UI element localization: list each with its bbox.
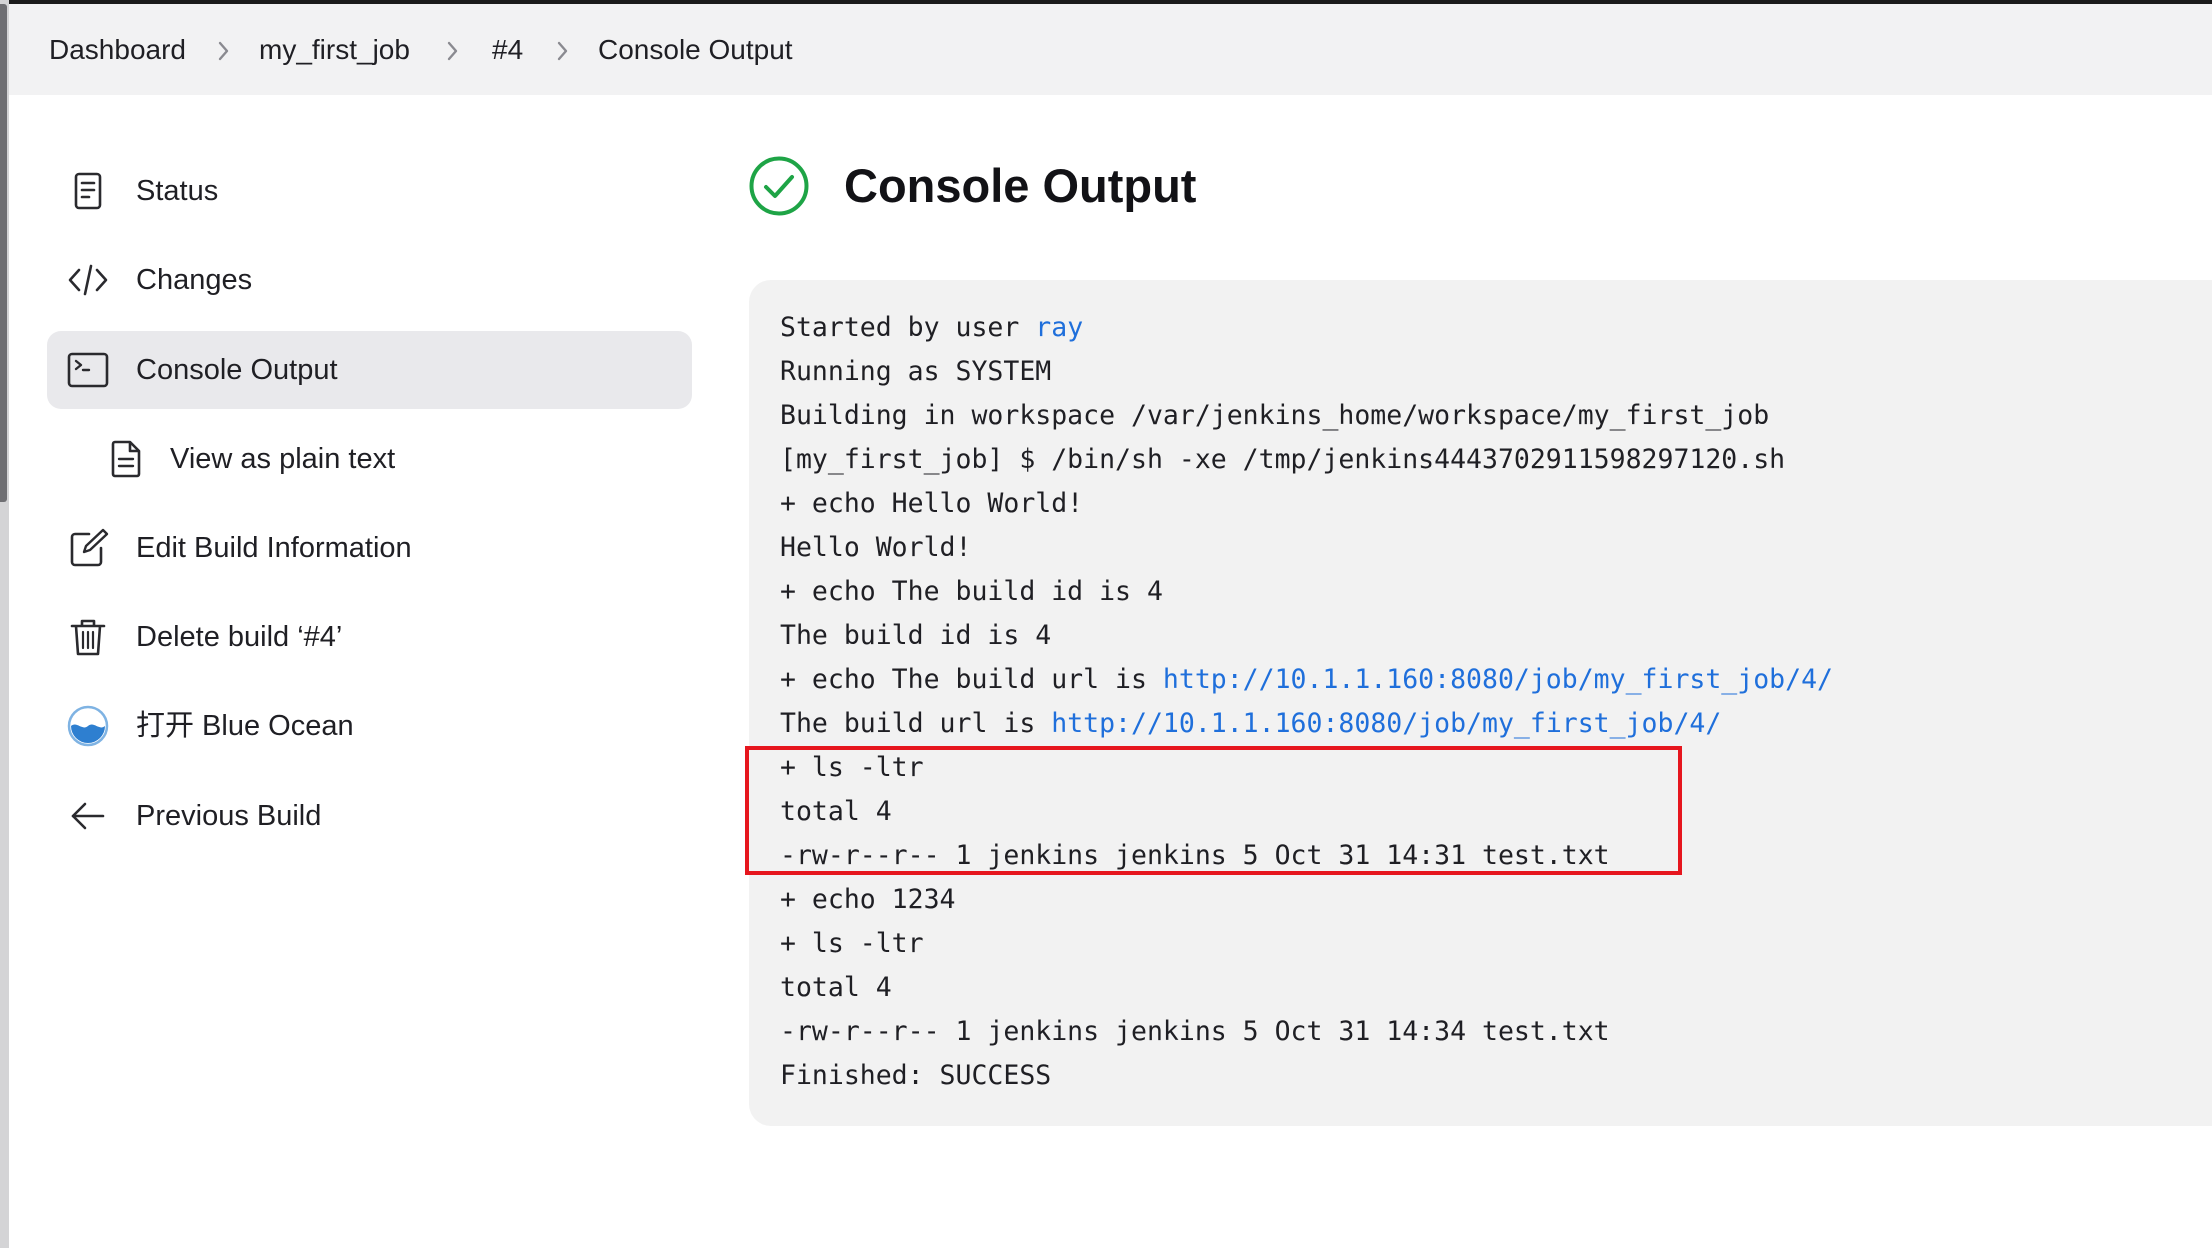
sidebar-item-label: Status (136, 175, 219, 207)
console-line: Running as SYSTEM (780, 356, 1052, 387)
chevron-right-icon (557, 41, 568, 61)
success-check-icon (749, 156, 809, 216)
sidebar-item-changes[interactable]: Changes (47, 241, 692, 319)
console-line: + ls -ltr (780, 928, 924, 959)
console-line: + echo The build url is http://10.1.1.16… (780, 658, 1833, 702)
console-line-text: + echo The build url is (780, 664, 1163, 695)
sidebar-item-delete-build[interactable]: Delete build ‘#4’ (47, 598, 692, 676)
console-line: Started by user ray (780, 306, 1833, 350)
console-line: total 4 (780, 972, 892, 1003)
sidebar-item-label: Console Output (136, 354, 338, 386)
build-url-link[interactable]: http://10.1.1.160:8080/job/my_first_job/… (1051, 708, 1721, 739)
sidebar-item-status[interactable]: Status (47, 152, 692, 230)
breadcrumb: Dashboard my_first_job #4 Console Output (9, 4, 2212, 95)
sidebar-item-edit-build-information[interactable]: Edit Build Information (47, 509, 692, 587)
console-line: Hello World! (780, 532, 972, 563)
scrollbar-thumb[interactable] (0, 4, 7, 502)
console-line: [my_first_job] $ /bin/sh -xe /tmp/jenkin… (780, 444, 1786, 475)
console-line: + echo Hello World! (780, 488, 1084, 519)
blue-ocean-icon (67, 705, 109, 747)
sidebar-item-console-output[interactable]: Console Output (47, 331, 692, 409)
terminal-icon (67, 352, 109, 388)
arrow-left-icon (71, 802, 105, 830)
console-line-text: The build url is (780, 708, 1052, 739)
build-url-link[interactable]: http://10.1.1.160:8080/job/my_first_job/… (1163, 664, 1833, 695)
file-text-icon (111, 440, 141, 478)
sidebar-item-label: View as plain text (170, 443, 396, 475)
highlight-annotation-box (745, 746, 1682, 875)
breadcrumb-build[interactable]: #4 (492, 30, 523, 70)
chevron-right-icon (218, 41, 229, 61)
console-log: Started by user ray Running as SYSTEM Buil… (780, 306, 1833, 1098)
console-line: The build url is http://10.1.1.160:8080/… (780, 702, 1833, 746)
sidebar-item-previous-build[interactable]: Previous Build (47, 777, 692, 855)
console-line-text: Started by user (780, 312, 1036, 343)
document-icon (74, 172, 102, 210)
breadcrumb-console-output[interactable]: Console Output (598, 30, 793, 70)
console-line: The build id is 4 (780, 620, 1052, 651)
sidebar-item-label: Edit Build Information (136, 532, 412, 564)
page-title: Console Output (844, 159, 1197, 212)
breadcrumb-job[interactable]: my_first_job (259, 30, 410, 70)
chevron-right-icon (447, 41, 458, 61)
sidebar-item-view-plain-text[interactable]: View as plain text (47, 420, 692, 498)
scrollbar-track[interactable] (0, 0, 9, 1248)
console-line: Building in workspace /var/jenkins_home/… (780, 400, 1770, 431)
user-link[interactable]: ray (1035, 312, 1083, 343)
console-output-panel: Started by user ray Running as SYSTEM Buil… (749, 280, 2212, 1126)
edit-icon (70, 528, 109, 567)
sidebar-item-blue-ocean[interactable]: 打开 Blue Ocean (47, 687, 692, 765)
sidebar-item-label: Delete build ‘#4’ (136, 621, 343, 653)
trash-icon (70, 619, 106, 656)
sidebar-item-label: Previous Build (136, 800, 322, 832)
console-line: -rw-r--r-- 1 jenkins jenkins 5 Oct 31 14… (780, 1016, 1610, 1047)
console-line: + echo 1234 (780, 884, 956, 915)
console-line: Finished: SUCCESS (780, 1060, 1052, 1091)
code-icon (68, 264, 108, 296)
sidebar-item-label: Changes (136, 264, 253, 296)
breadcrumb-dashboard[interactable]: Dashboard (49, 30, 186, 70)
console-line: + echo The build id is 4 (780, 576, 1163, 607)
sidebar-item-label: 打开 Blue Ocean (136, 710, 354, 742)
